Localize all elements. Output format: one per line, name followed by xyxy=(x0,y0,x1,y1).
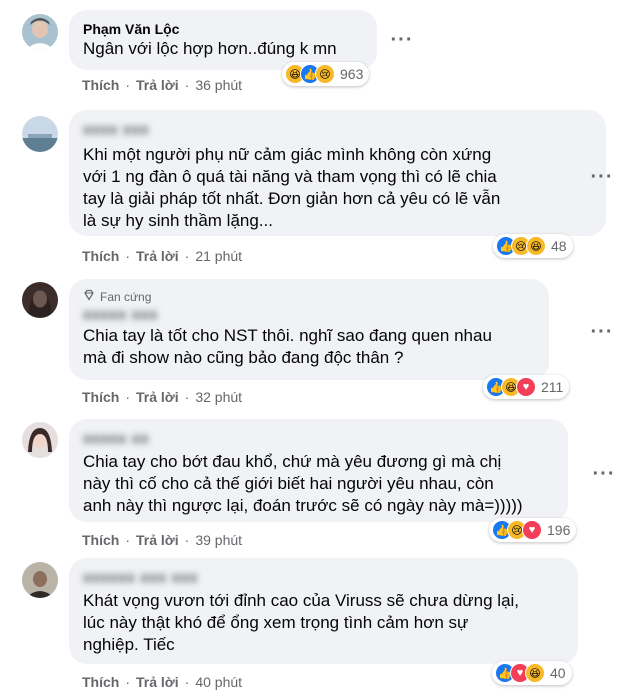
separator: · xyxy=(184,77,190,93)
separator: · xyxy=(125,77,131,93)
comment-actions: Thích · Trả lời · 32 phút xyxy=(82,389,242,405)
reply-button[interactable]: Trả lời xyxy=(136,532,179,548)
avatar[interactable] xyxy=(22,14,58,50)
more-options-icon[interactable]: ··· xyxy=(588,163,616,191)
haha-reaction-icon: 😆 xyxy=(525,663,545,683)
reaction-summary[interactable]: 👍 😆 ♥ 211 xyxy=(483,375,570,399)
reaction-summary[interactable]: 😆 👍 😢 963 xyxy=(282,62,370,86)
like-button[interactable]: Thích xyxy=(82,532,119,548)
comment-timestamp[interactable]: 21 phút xyxy=(195,248,242,264)
badge-label: Fan cứng xyxy=(100,290,152,304)
reply-button[interactable]: Trả lời xyxy=(136,248,179,264)
reply-button[interactable]: Trả lời xyxy=(136,77,179,93)
more-options-icon[interactable]: ··· xyxy=(590,460,618,488)
like-button[interactable]: Thích xyxy=(82,77,119,93)
comment-text: Chia tay cho bớt đau khổ, chứ mà yêu đươ… xyxy=(83,452,523,515)
comment-timestamp[interactable]: 39 phút xyxy=(195,532,242,548)
comment-text: Ngân với lộc hợp hơn..đúng k mn xyxy=(83,39,337,58)
comment-author[interactable]: Phạm Văn Lộc xyxy=(83,20,365,38)
reaction-summary[interactable]: 👍 😢 ♥ 196 xyxy=(489,518,577,542)
comment-actions: Thích · Trả lời · 40 phút xyxy=(82,674,242,690)
comment-bubble: Phạm Văn Lộc Ngân với lộc hợp hơn..đúng … xyxy=(69,10,377,70)
avatar[interactable] xyxy=(22,116,58,152)
more-options-icon[interactable]: ··· xyxy=(388,26,416,54)
love-reaction-icon: ♥ xyxy=(522,520,542,540)
haha-reaction-icon: 😆 xyxy=(526,236,546,256)
like-button[interactable]: Thích xyxy=(82,248,119,264)
comment-actions: Thích · Trả lời · 39 phút xyxy=(82,532,242,548)
more-options-icon[interactable]: ··· xyxy=(588,318,616,346)
reaction-count: 211 xyxy=(541,379,564,395)
reply-button[interactable]: Trả lời xyxy=(136,389,179,405)
comment-actions: Thích · Trả lời · 21 phút xyxy=(82,248,242,264)
reaction-summary[interactable]: 👍 ♥ 😆 40 xyxy=(492,661,572,685)
sad-reaction-icon: 😢 xyxy=(315,64,335,84)
reaction-summary[interactable]: 👍 😢 😆 48 xyxy=(493,234,573,258)
separator: · xyxy=(184,389,190,405)
comment-bubble: Fan cứng xxxxx xxx Chia tay là tốt cho N… xyxy=(69,279,549,380)
comment-bubble: xxxxx xx Chia tay cho bớt đau khổ, chứ m… xyxy=(69,419,568,522)
reaction-count: 48 xyxy=(551,238,567,254)
comment-text: Khát vọng vươn tới đỉnh cao của Viruss s… xyxy=(83,591,520,654)
reaction-count: 963 xyxy=(340,66,364,82)
separator: · xyxy=(125,248,131,264)
fan-badge[interactable]: Fan cứng xyxy=(83,289,537,305)
diamond-icon xyxy=(83,289,95,305)
separator: · xyxy=(184,532,190,548)
reply-button[interactable]: Trả lời xyxy=(136,674,179,690)
comment-actions: Thích · Trả lời · 36 phút xyxy=(82,77,242,93)
separator: · xyxy=(125,674,131,690)
like-button[interactable]: Thích xyxy=(82,674,119,690)
comment-bubble: xxxx xxx Khi một người phụ nữ cảm giác m… xyxy=(69,110,606,236)
comment-bubble: xxxxxx xxx xxx Khát vọng vươn tới đỉnh c… xyxy=(69,558,578,664)
comment-author[interactable]: xxxxx xx xyxy=(83,429,556,447)
comment-author[interactable]: xxxxxx xxx xxx xyxy=(83,568,566,586)
comment-author[interactable]: xxxxx xxx xyxy=(83,305,537,323)
comment-timestamp[interactable]: 36 phút xyxy=(195,77,242,93)
separator: · xyxy=(125,532,131,548)
comment-timestamp[interactable]: 40 phút xyxy=(195,674,242,690)
separator: · xyxy=(125,389,131,405)
reaction-count: 40 xyxy=(550,665,566,681)
comment-text: Chia tay là tốt cho NST thôi. nghĩ sao đ… xyxy=(83,326,492,367)
reaction-count: 196 xyxy=(547,522,571,538)
comment-timestamp[interactable]: 32 phút xyxy=(195,389,242,405)
comment-author[interactable]: xxxx xxx xyxy=(83,120,594,138)
separator: · xyxy=(184,248,190,264)
separator: · xyxy=(184,674,190,690)
avatar[interactable] xyxy=(22,562,58,598)
comment-text: Khi một người phụ nữ cảm giác mình không… xyxy=(83,145,501,230)
avatar[interactable] xyxy=(22,422,58,458)
love-reaction-icon: ♥ xyxy=(516,377,536,397)
avatar[interactable] xyxy=(22,282,58,318)
like-button[interactable]: Thích xyxy=(82,389,119,405)
